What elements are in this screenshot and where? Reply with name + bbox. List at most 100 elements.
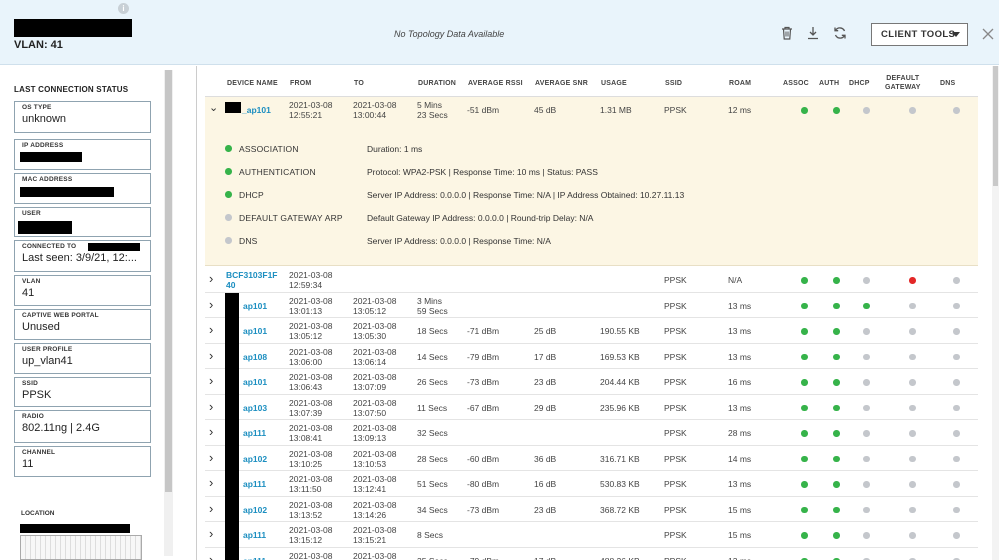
table-scrollbar[interactable]: [992, 66, 999, 560]
dhcp-status-dot: [863, 107, 870, 114]
detail-label: DNS: [239, 236, 258, 246]
table-row[interactable]: › BCF3103F1F 40 2021-03-08 12:59:34 PPSK N/A: [205, 267, 978, 293]
table-row[interactable]: › ap111 2021-03-08 13:15:12 2021-03-08 13:15:…: [205, 522, 978, 548]
chevron-down-icon: [952, 32, 960, 37]
cell: 12 ms: [728, 105, 752, 115]
chevron-right-icon[interactable]: ›: [209, 271, 213, 286]
field-ssid: SSID PPSK: [14, 377, 151, 407]
device-name-link[interactable]: ap111: [243, 530, 266, 540]
device-name-link[interactable]: _ap101: [242, 105, 271, 115]
chevron-right-icon[interactable]: ›: [209, 552, 213, 560]
device-name-link[interactable]: ap102: [243, 505, 267, 515]
left-scrollbar-thumb[interactable]: [165, 70, 172, 492]
column-header-duration[interactable]: DURATION: [418, 80, 456, 87]
column-header-roam[interactable]: ROAM: [729, 80, 751, 87]
detail-text: Protocol: WPA2-PSK | Response Time: 10 m…: [367, 167, 598, 177]
table-row[interactable]: › ap111 2021-03-08 13:08:41 2021-03-08 13:09:…: [205, 420, 978, 446]
dhcp-status-dot: [863, 532, 870, 539]
field-radio: RADIO 802.11ng | 2.4G: [14, 410, 151, 443]
column-header-dhcp[interactable]: DHCP: [849, 80, 870, 87]
assoc-status-dot: [801, 302, 808, 309]
chevron-right-icon[interactable]: ›: [209, 348, 213, 363]
left-scrollbar[interactable]: [164, 70, 173, 556]
cell: 2021-03-08: [353, 372, 397, 382]
cell: 17 dB: [534, 351, 557, 362]
column-header-ssid[interactable]: SSID: [665, 80, 682, 87]
auth-status-dot: [833, 353, 840, 360]
cell: 5 Mins: [417, 100, 443, 110]
field-value: unknown: [22, 113, 67, 125]
chevron-right-icon[interactable]: ›: [209, 322, 213, 337]
table-row-expanded[interactable]: ⌄ _ap101 2021-03-08 12:55:21 2021-03-08 13:00…: [205, 97, 978, 123]
field-value: 11: [22, 458, 34, 470]
cell: 2021-03-08: [289, 525, 333, 535]
dhcp-status-dot: [863, 506, 870, 513]
device-name-link[interactable]: ap111: [243, 428, 266, 438]
chevron-right-icon[interactable]: ›: [209, 399, 213, 414]
device-name-link[interactable]: ap101: [243, 326, 267, 336]
device-name-link[interactable]: ap103: [243, 403, 267, 413]
cell: 16 dB: [534, 479, 557, 489]
cell[interactable]: 40: [226, 280, 235, 290]
field-value: Unused: [22, 321, 60, 333]
cell: 25 dB: [534, 326, 557, 336]
dns-status-dot: [953, 532, 960, 539]
dns-status-dot: [953, 455, 960, 462]
column-header-default-gateway[interactable]: DEFAULT GATEWAY: [885, 74, 921, 92]
table-row[interactable]: › ap111 2021-03-08 2021-03-08 35 Secs -79 dBm…: [205, 548, 978, 560]
column-header-average-snr[interactable]: AVERAGE SNR: [535, 80, 588, 87]
chevron-right-icon[interactable]: ›: [209, 450, 213, 465]
assoc-status-dot: [801, 404, 808, 411]
device-name-link[interactable]: ap111: [243, 556, 266, 560]
dns-status-dot: [953, 353, 960, 360]
table-row[interactable]: › ap111 2021-03-08 13:11:50 2021-03-08 13:12:…: [205, 471, 978, 497]
chevron-down-icon[interactable]: ⌄: [209, 101, 218, 114]
table-row[interactable]: › ap102 2021-03-08 13:13:52 2021-03-08 13:14:…: [205, 497, 978, 522]
chevron-right-icon[interactable]: ›: [209, 373, 213, 388]
device-name-link[interactable]: ap101: [243, 377, 267, 387]
cell: N/A: [728, 275, 743, 285]
chevron-right-icon[interactable]: ›: [209, 501, 213, 516]
cell: 13:00:44: [353, 110, 387, 120]
cell: 29 dB: [534, 402, 557, 413]
chevron-right-icon[interactable]: ›: [209, 526, 213, 541]
chevron-right-icon[interactable]: ›: [209, 424, 213, 439]
table-row[interactable]: › ap108 2021-03-08 13:06:00 2021-03-08 13:06:…: [205, 344, 978, 369]
table-row[interactable]: › ap101 2021-03-08 13:05:12 2021-03-08 13:05:…: [205, 318, 978, 344]
field-value: Last seen: 3/9/21, 12:...: [22, 252, 137, 264]
cell[interactable]: BCF3103F1F: [226, 270, 278, 280]
cell: 17 dB: [534, 556, 556, 560]
table-row[interactable]: › ap103 2021-03-08 13:07:39 2021-03-08 13:07:…: [205, 395, 978, 420]
column-header-assoc[interactable]: ASSOC: [783, 80, 809, 87]
device-name-link[interactable]: ap102: [243, 454, 267, 464]
close-icon[interactable]: [981, 27, 995, 41]
cell: 15 ms: [728, 504, 752, 515]
cell: 13:01:13: [289, 305, 323, 316]
table-scrollbar-thumb[interactable]: [993, 66, 998, 186]
client-tools-button[interactable]: CLIENT TOOLS: [871, 23, 968, 46]
cell: 13:07:50: [353, 407, 387, 418]
refresh-icon[interactable]: [833, 26, 847, 42]
chevron-right-icon[interactable]: ›: [209, 475, 213, 490]
device-name-link[interactable]: ap111: [243, 479, 266, 489]
download-icon[interactable]: [807, 26, 821, 42]
column-header-usage[interactable]: USAGE: [601, 80, 627, 87]
chevron-right-icon[interactable]: ›: [209, 297, 213, 312]
column-header-dns[interactable]: DNS: [940, 80, 955, 87]
client-header: i VLAN: 41 No Topology Data Available CL…: [0, 0, 999, 65]
table-row[interactable]: › ap102 2021-03-08 13:10:25 2021-03-08 13:10:…: [205, 446, 978, 471]
table-row[interactable]: › ap101 2021-03-08 13:06:43 2021-03-08 13:07:…: [205, 369, 978, 395]
device-name-link[interactable]: ap101: [243, 301, 267, 311]
trash-icon[interactable]: [781, 26, 795, 42]
auth-status-dot: [833, 379, 840, 386]
cell: 13:13:52: [289, 509, 323, 520]
column-header-device-name[interactable]: DEVICE NAME: [227, 80, 278, 87]
table-row[interactable]: › ap101 2021-03-08 13:01:13 2021-03-08 13:05:…: [205, 293, 978, 318]
info-icon[interactable]: i: [118, 3, 129, 14]
column-header-average-rssi[interactable]: AVERAGE RSSI: [468, 80, 523, 87]
column-header-auth[interactable]: AUTH: [819, 80, 839, 87]
column-header-to[interactable]: TO: [354, 80, 364, 87]
floor-map-thumbnail[interactable]: [20, 535, 142, 560]
column-header-from[interactable]: FROM: [290, 80, 311, 87]
device-name-link[interactable]: ap108: [243, 352, 267, 362]
